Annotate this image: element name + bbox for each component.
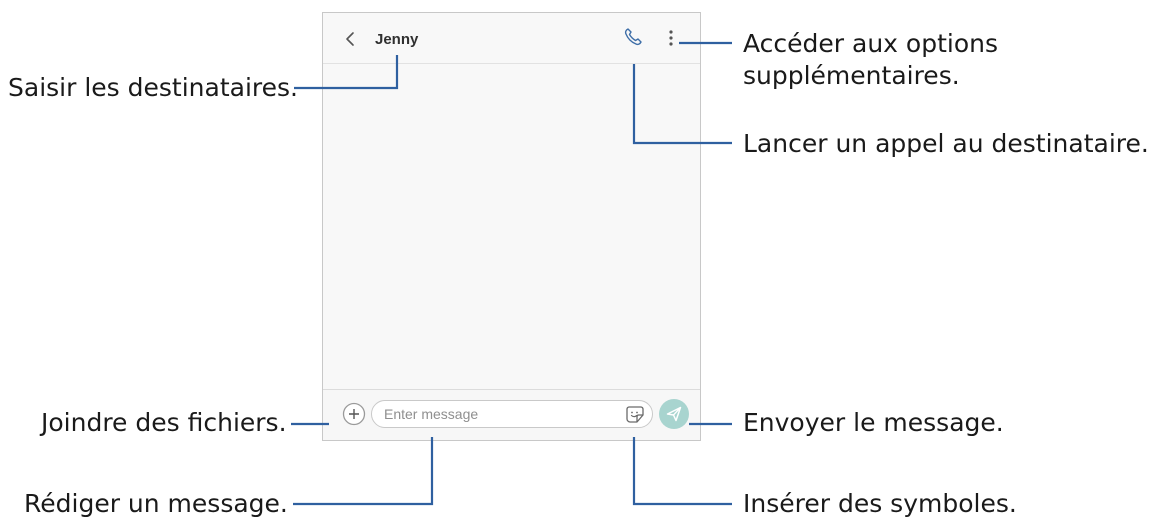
plus-icon[interactable] — [342, 402, 366, 426]
recipient-name[interactable]: Jenny — [375, 31, 418, 48]
message-input[interactable]: Enter message — [371, 400, 653, 428]
message-composer: Enter message — [323, 389, 700, 440]
label-send: Envoyer le message. — [743, 408, 1004, 437]
chevron-left-icon[interactable] — [343, 31, 357, 47]
sticker-icon[interactable] — [625, 404, 645, 424]
label-attach: Joindre des fichiers. — [41, 408, 287, 437]
more-vertical-icon[interactable] — [668, 29, 674, 47]
send-button[interactable] — [659, 399, 689, 429]
label-recipients: Saisir les destinataires. — [8, 73, 298, 102]
conversation-header: Jenny — [323, 13, 700, 64]
callout-compose-line — [293, 437, 434, 506]
phone-screen: Jenny Enter message — [322, 12, 701, 441]
callout-symbols-line — [632, 437, 732, 506]
label-more-options: Accéder aux options supplémentaires. — [743, 29, 998, 90]
message-placeholder: Enter message — [384, 406, 479, 422]
phone-icon[interactable] — [623, 27, 643, 47]
send-icon — [666, 406, 682, 422]
label-symbols: Insérer des symboles. — [743, 489, 1017, 518]
label-call: Lancer un appel au destinataire. — [743, 129, 1149, 158]
label-compose: Rédiger un message. — [24, 489, 288, 518]
